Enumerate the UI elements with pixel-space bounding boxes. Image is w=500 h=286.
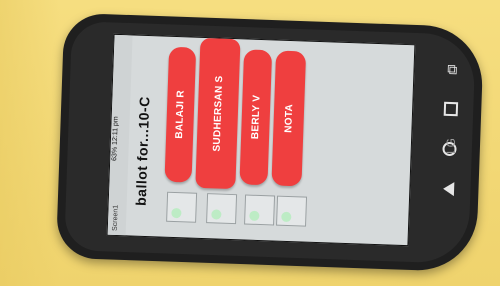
checkbox-indicator-icon xyxy=(211,209,222,220)
ballot-label: NOTA xyxy=(282,103,295,134)
back-triangle-icon[interactable] xyxy=(439,180,458,199)
brand-logo: LG xyxy=(444,137,458,154)
ballot-button-1[interactable]: BALAJI R xyxy=(164,46,197,183)
square-icon[interactable] xyxy=(442,100,461,119)
vote-checkbox-4[interactable] xyxy=(276,195,308,227)
switch-apps-icon[interactable]: ⧉ xyxy=(443,60,462,79)
ballot-button-4[interactable]: NOTA xyxy=(271,50,307,187)
vote-checkbox-1[interactable] xyxy=(166,191,198,223)
vote-checkbox-2[interactable] xyxy=(206,193,238,225)
ballot-label: BALAJI R xyxy=(173,90,187,140)
vote-checkbox-3[interactable] xyxy=(244,194,276,226)
app-title: ballot for...10-C xyxy=(132,96,153,207)
checkbox-indicator-icon xyxy=(281,211,292,223)
app-screen: 63% 12:11 pm ballot for...10-C BALAJI R … xyxy=(106,33,416,247)
status-bar-text: 63% 12:11 pm xyxy=(111,116,120,162)
checkbox-indicator-icon xyxy=(171,207,182,219)
checkbox-indicator-icon xyxy=(249,210,260,221)
app-screen-name: Screen1 xyxy=(111,204,120,232)
ballot-button-2[interactable]: SUDHERSAN S xyxy=(195,37,241,190)
wall-shadow xyxy=(0,0,60,286)
ballot-label: SUDHERSAN S xyxy=(211,75,225,152)
ballot-label: BERLY V xyxy=(249,94,263,140)
ballot-button-3[interactable]: BERLY V xyxy=(239,49,273,186)
